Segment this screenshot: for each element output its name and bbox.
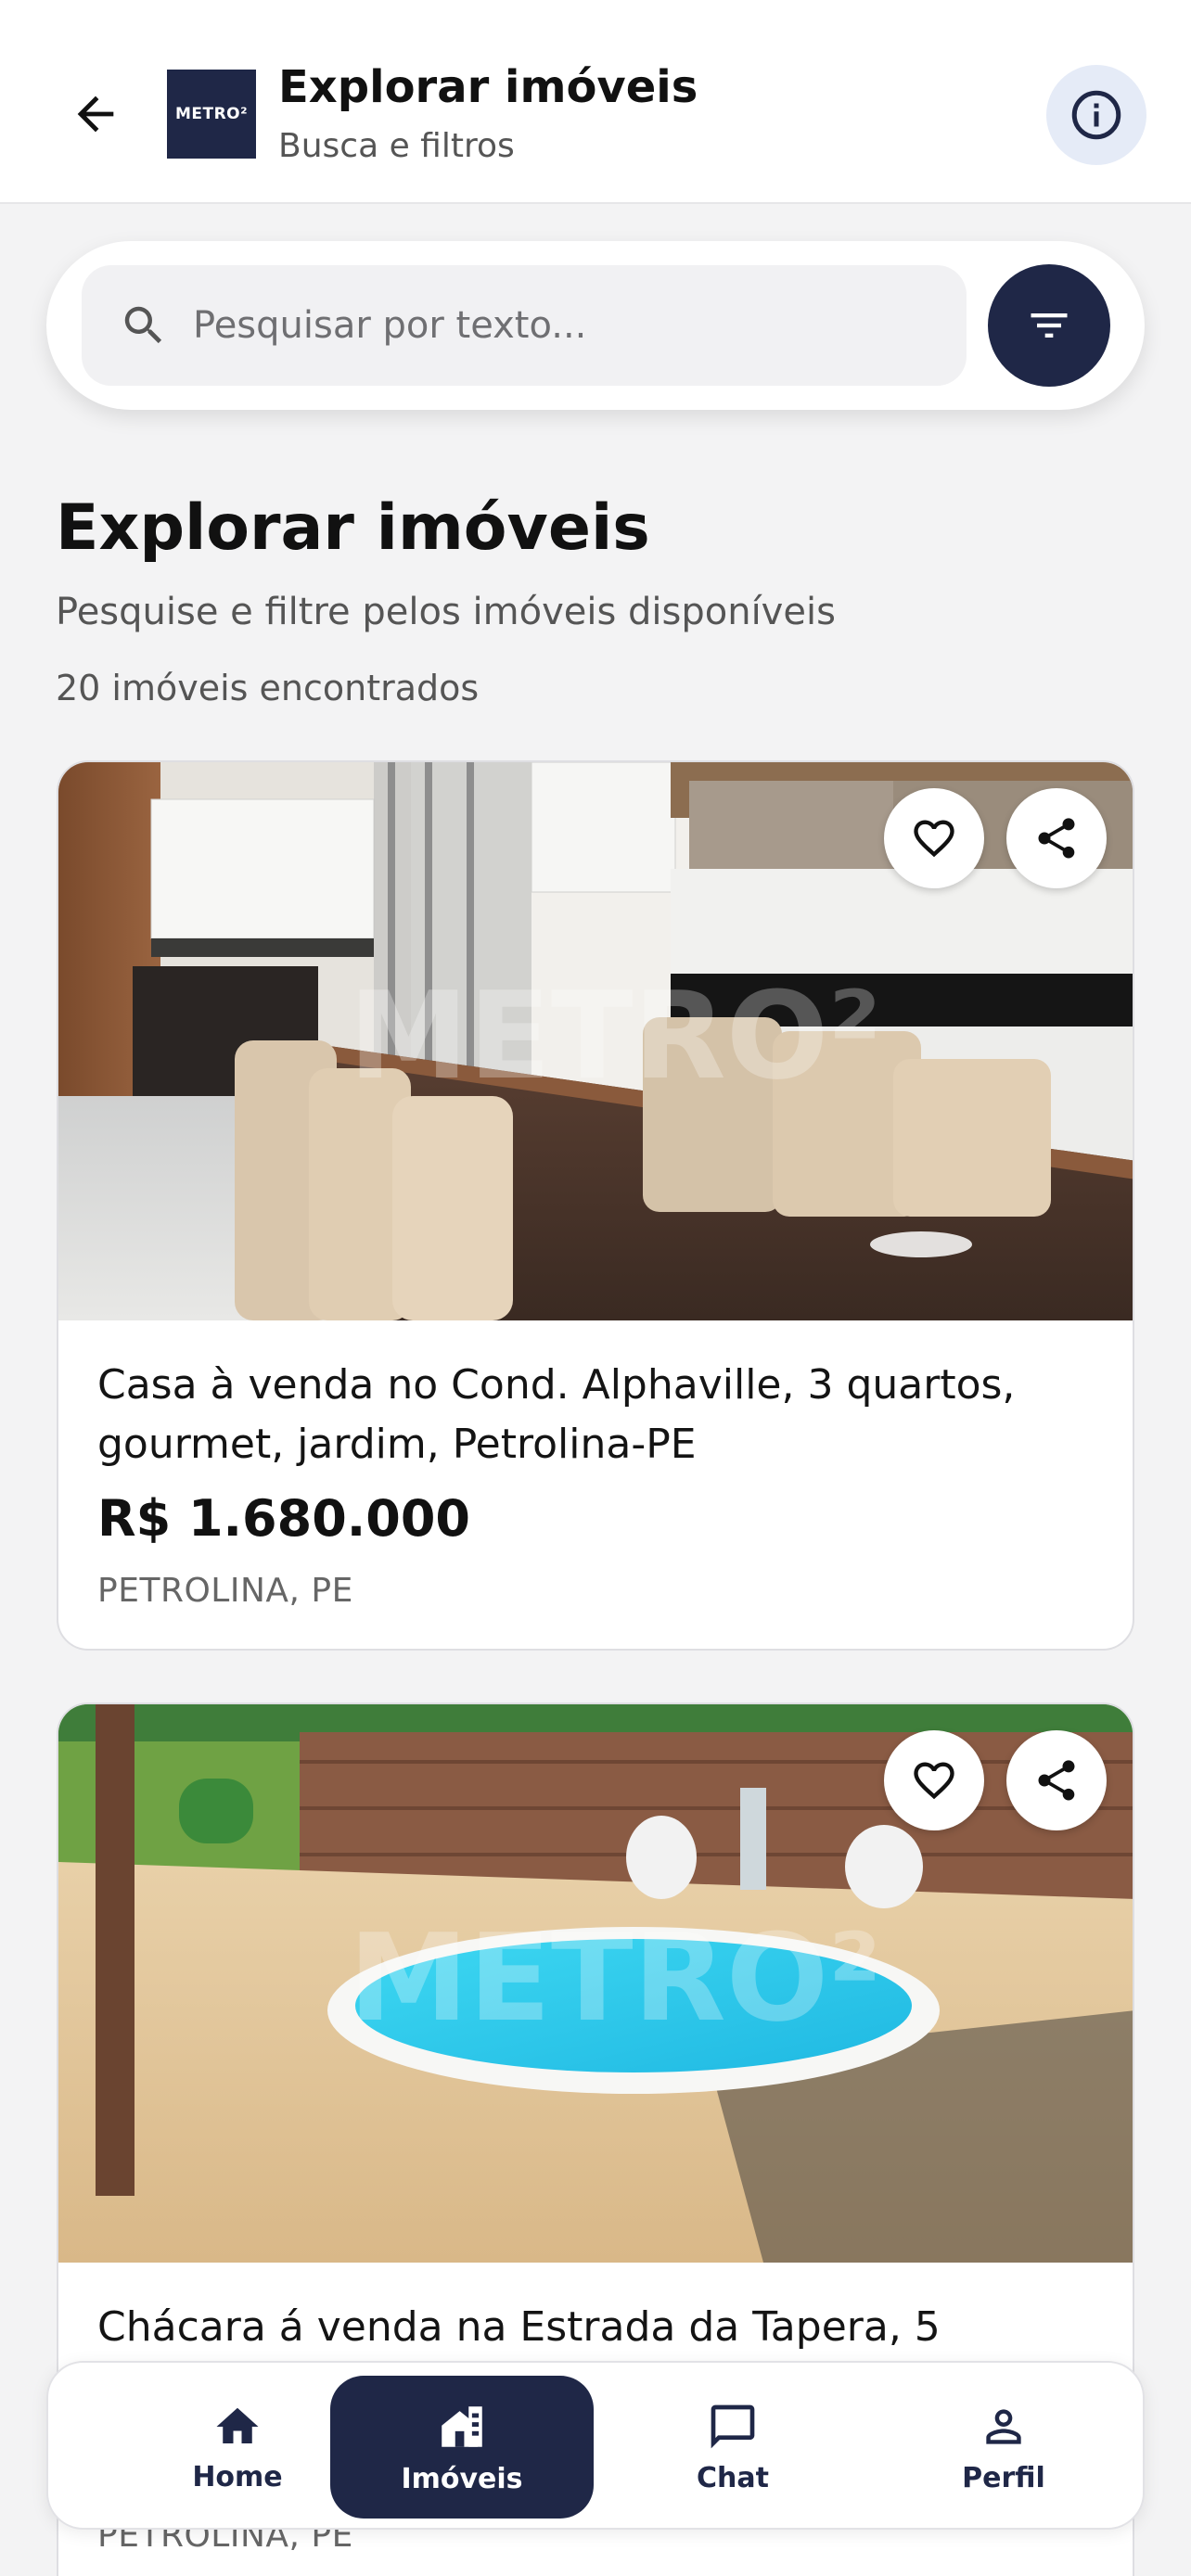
search-field[interactable] (82, 265, 967, 386)
filter-icon (1031, 313, 1068, 338)
nav-item-perfil[interactable]: Perfil (872, 2376, 1135, 2519)
share-icon (1038, 818, 1075, 859)
top-app-bar: METRO² Explorar imóveis Busca e filtros (0, 0, 1191, 204)
page-subtitle: Pesquise e filtre pelos imóveis disponív… (56, 591, 836, 633)
info-button[interactable] (1046, 65, 1146, 165)
listing-card[interactable]: METRO² Casa à venda no Cond. Alphaville,… (57, 760, 1134, 1651)
nav-label-home: Home (192, 2460, 283, 2493)
page-title: Explorar imóveis (56, 491, 650, 565)
info-icon (1071, 90, 1121, 140)
header-subtitle: Busca e filtros (278, 127, 515, 165)
home-icon (216, 2407, 259, 2443)
listing-title: Casa à venda no Cond. Alphaville, 3 quar… (97, 1361, 1016, 1468)
listing-location: PETROLINA, PE (97, 1572, 353, 1610)
header-title: Explorar imóveis (278, 61, 698, 113)
heart-icon (914, 820, 954, 858)
heart-icon (914, 1762, 954, 1800)
bottom-navigation: Home Imóveis Chat Perfil (46, 2361, 1145, 2530)
filter-button[interactable] (988, 264, 1110, 387)
search-bar (46, 241, 1145, 410)
listing-title: Chácara á venda na Estrada da Tapera, 5 (97, 2303, 941, 2351)
arrow-left-icon (77, 96, 114, 133)
nav-label-imoveis: Imóveis (401, 2462, 523, 2495)
svg-text:METRO²: METRO² (349, 965, 881, 1106)
search-icon (119, 300, 169, 351)
favorite-button[interactable] (884, 788, 984, 888)
result-count: 20 imóveis encontrados (56, 668, 480, 708)
back-button[interactable] (56, 74, 135, 154)
share-button[interactable] (1006, 1730, 1107, 1830)
person-icon (986, 2408, 1021, 2444)
logo-text: METRO² (174, 105, 249, 123)
svg-text:METRO²: METRO² (349, 1907, 881, 2048)
nav-item-imoveis[interactable]: Imóveis (330, 2376, 594, 2519)
listing-price: R$ 1.680.000 (97, 1489, 470, 1548)
chat-icon (711, 2404, 755, 2448)
search-input[interactable] (193, 304, 935, 347)
brand-logo: METRO² (167, 70, 256, 159)
share-icon (1038, 1760, 1075, 1801)
nav-item-chat[interactable]: Chat (601, 2376, 864, 2519)
favorite-button[interactable] (884, 1730, 984, 1830)
nav-label-perfil: Perfil (962, 2461, 1045, 2494)
share-button[interactable] (1006, 788, 1107, 888)
app-root: METRO² Explorar imóveis Busca e filtros (0, 0, 1191, 2576)
listing-info: Casa à venda no Cond. Alphaville, 3 quar… (97, 1356, 1099, 1610)
nav-label-chat: Chat (697, 2461, 769, 2494)
real-estate-icon (442, 2405, 482, 2447)
